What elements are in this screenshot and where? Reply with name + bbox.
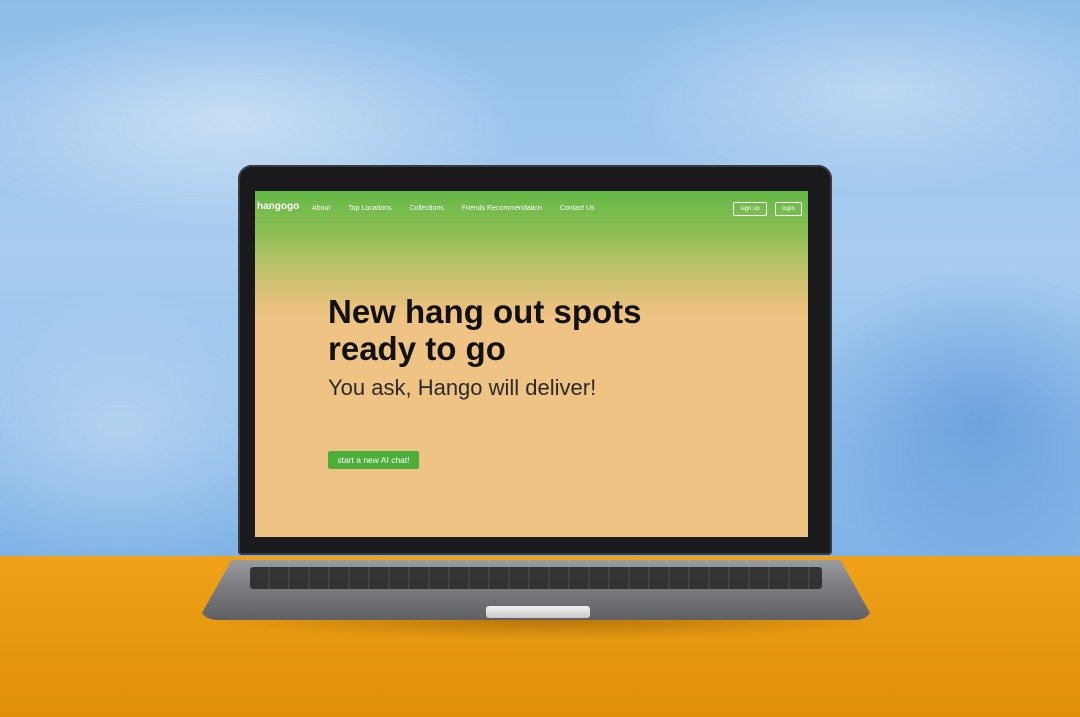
login-button[interactable]: login <box>775 202 802 216</box>
hero-subtitle: You ask, Hango will deliver! <box>328 375 597 400</box>
laptop-screen: hangogo About Top Locations Collections … <box>255 191 808 537</box>
nav-link-top-locations[interactable]: Top Locations <box>348 205 391 212</box>
nav-link-contact-us[interactable]: Contact Us <box>560 205 595 212</box>
laptop-keyboard <box>250 567 822 589</box>
hero-title: New hang out spots ready to go <box>328 293 642 367</box>
top-nav: hangogo About Top Locations Collections … <box>255 191 808 227</box>
nav-links: About Top Locations Collections Friends … <box>312 205 595 212</box>
start-ai-chat-button[interactable]: start a new AI chat! <box>328 451 419 469</box>
photo-scene: hangogo About Top Locations Collections … <box>0 0 1080 717</box>
sign-up-button[interactable]: sign up <box>733 202 767 216</box>
nav-link-friends-recommendation[interactable]: Friends Recommendation <box>462 205 542 212</box>
nav-link-about[interactable]: About <box>312 205 330 212</box>
nav-link-collections[interactable]: Collections <box>410 205 444 212</box>
brand-logo[interactable]: hangogo <box>257 201 299 212</box>
laptop-front-notch <box>486 606 590 618</box>
